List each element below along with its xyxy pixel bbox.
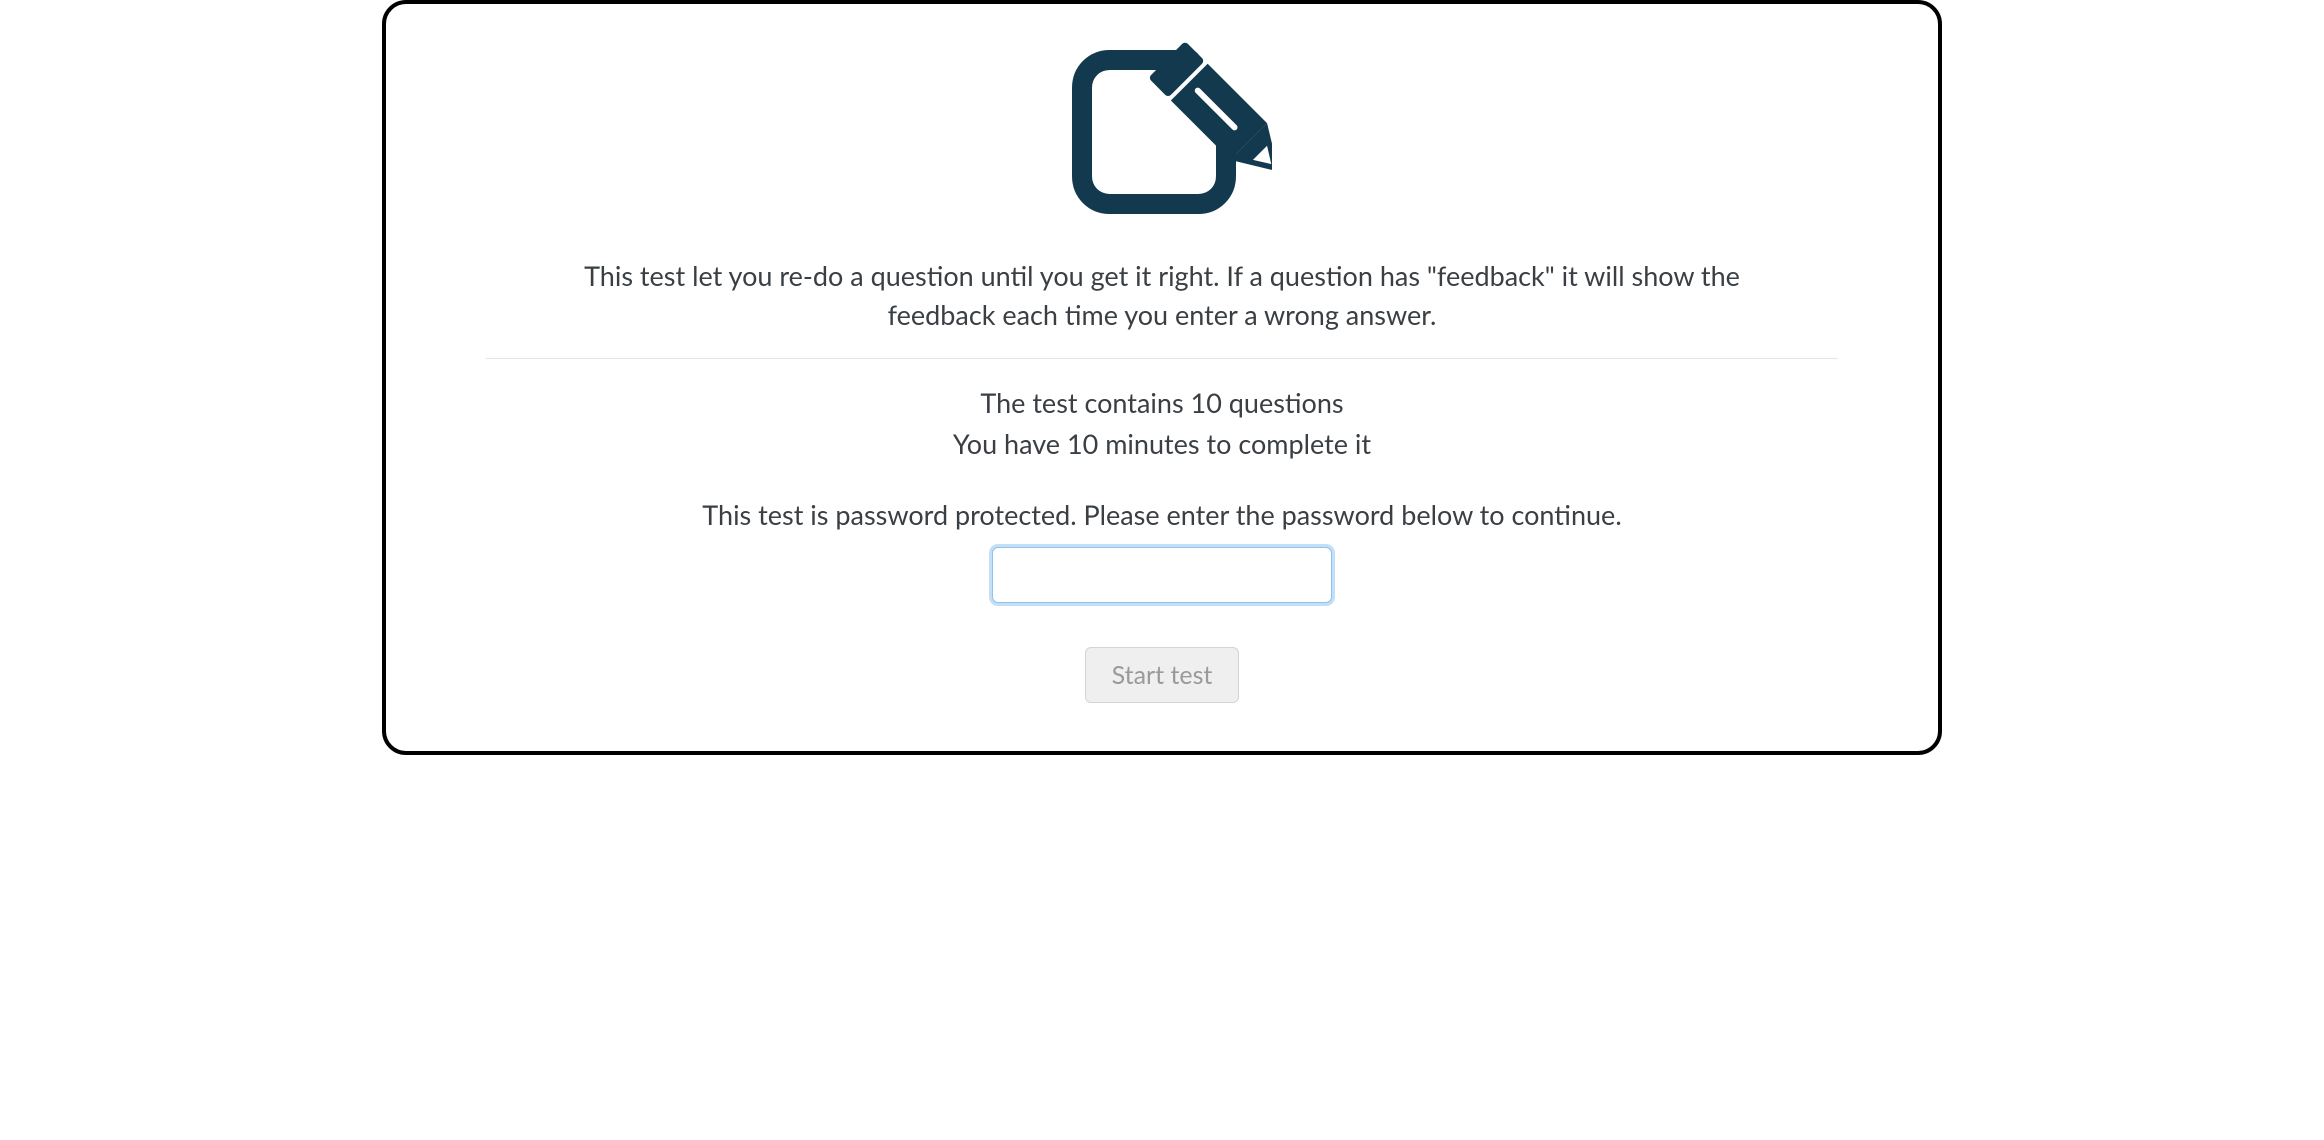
time-limit-line: You have 10 minutes to complete it [486,424,1838,463]
password-input[interactable] [992,547,1332,603]
test-description: This test let you re-do a question until… [537,256,1787,358]
edit-pencil-icon [1052,32,1272,232]
start-test-button[interactable]: Start test [1085,647,1240,703]
password-input-wrapper [486,547,1838,647]
password-prompt: This test is password protected. Please … [486,498,1838,531]
test-info-block: The test contains 10 questions You have … [486,383,1838,463]
divider [486,358,1838,359]
icon-wrapper [486,32,1838,232]
questions-count-line: The test contains 10 questions [486,383,1838,422]
test-intro-card: This test let you re-do a question until… [382,0,1942,755]
